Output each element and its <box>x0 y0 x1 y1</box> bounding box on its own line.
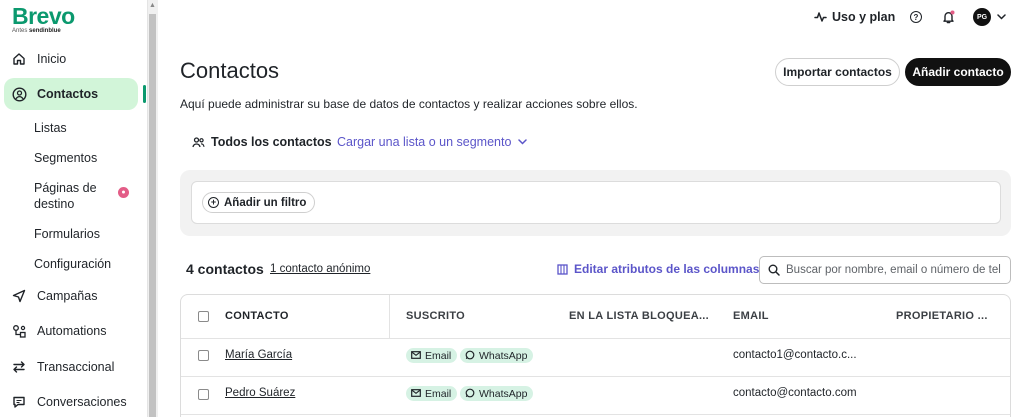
logo-formerly: Antes <box>12 28 28 34</box>
sidebar-subitem-listas[interactable]: Listas <box>34 121 67 135</box>
row-checkbox[interactable] <box>198 350 209 361</box>
tab-all-contacts[interactable]: Todos los contactos <box>192 135 332 149</box>
sidebar-item-campanas[interactable]: Campañas <box>4 285 138 307</box>
add-contact-button[interactable]: Añadir contacto <box>905 58 1011 86</box>
search-box[interactable] <box>759 256 1011 284</box>
tag-email: Email <box>406 386 458 401</box>
sidebar-item-label: Inicio <box>37 52 67 66</box>
activity-icon <box>814 11 827 23</box>
transfer-icon <box>11 359 27 375</box>
contact-name-link[interactable]: María García <box>225 349 292 361</box>
contact-email: contacto@contacto.com <box>733 387 857 399</box>
new-badge-icon: ● <box>118 187 129 198</box>
row-divider <box>181 376 1010 377</box>
row-divider <box>181 414 1010 415</box>
row-checkbox[interactable] <box>198 389 209 400</box>
load-list-label: Cargar una lista o un segmento <box>337 135 512 149</box>
select-all-checkbox[interactable] <box>198 311 209 322</box>
send-icon <box>11 288 27 304</box>
chevron-down-icon <box>518 139 528 145</box>
sidebar-item-label: Conversaciones <box>37 395 127 409</box>
tag-label: Email <box>425 387 452 400</box>
sidebar-subitem-configuracion[interactable]: Configuración <box>34 257 111 271</box>
search-input[interactable] <box>786 264 1001 276</box>
automation-icon <box>11 323 27 339</box>
whatsapp-icon <box>465 388 475 400</box>
page-title: Contactos <box>180 58 280 83</box>
usage-plan-button[interactable]: Uso y plan <box>814 10 895 24</box>
scroll-up-arrow-icon[interactable]: ▲ <box>149 1 156 11</box>
contacts-table: CONTACTO SUSCRITO EN LA LISTA BLOQUEA...… <box>180 294 1011 417</box>
sidebar-item-automations[interactable]: Automations <box>4 320 138 342</box>
tag-whatsapp: WhatsApp <box>460 386 534 401</box>
logo-text: Brevo <box>12 3 75 29</box>
tab-all-contacts-label: Todos los contactos <box>211 135 332 149</box>
usage-plan-label: Uso y plan <box>832 10 896 24</box>
plus-circle-icon: + <box>208 197 219 208</box>
avatar: PG <box>973 8 991 26</box>
column-divider <box>389 295 390 338</box>
column-header-email[interactable]: EMAIL <box>733 310 769 322</box>
whatsapp-icon <box>465 350 475 362</box>
add-filter-label: Añadir un filtro <box>224 196 307 209</box>
mail-icon <box>411 350 421 361</box>
brevo-logo[interactable]: Brevo Antes sendinblue <box>12 4 75 35</box>
sidebar-item-label: Transaccional <box>37 360 115 374</box>
mail-icon <box>411 388 421 399</box>
sidebar-subitem-formularios[interactable]: Formularios <box>34 227 100 241</box>
column-header-propietario[interactable]: PROPIETARIO ... <box>896 310 988 322</box>
contact-name-link[interactable]: Pedro Suárez <box>225 387 295 399</box>
help-button[interactable]: ? <box>910 11 922 23</box>
sidebar-subitem-paginas-de[interactable]: Páginas de <box>34 181 97 195</box>
columns-icon <box>557 263 568 275</box>
contacts-count: 4 contactos <box>186 261 264 277</box>
sidebar-item-label: Automations <box>37 324 107 338</box>
home-icon <box>11 51 27 67</box>
add-filter-button[interactable]: + Añadir un filtro <box>202 192 316 213</box>
notifications-button[interactable] <box>942 10 955 24</box>
edit-columns-button[interactable]: Editar atributos de las columnas <box>557 262 759 276</box>
logo-subtitle: Antes sendinblue <box>12 28 75 35</box>
import-contacts-button[interactable]: Importar contactos <box>775 58 900 86</box>
bell-icon <box>942 10 955 24</box>
tag-email: Email <box>406 348 458 363</box>
column-header-blocklist[interactable]: EN LA LISTA BLOQUEA... <box>569 310 709 322</box>
tag-whatsapp: WhatsApp <box>460 348 534 363</box>
contacts-icon <box>11 86 27 102</box>
edit-columns-label: Editar atributos de las columnas <box>574 262 760 276</box>
sidebar-item-contactos[interactable]: Contactos <box>4 78 138 110</box>
sidebar-scroll-thumb[interactable] <box>149 14 156 417</box>
sidebar-item-transaccional[interactable]: Transaccional <box>4 356 138 378</box>
active-indicator <box>143 85 146 103</box>
users-icon <box>192 136 205 148</box>
anonymous-contacts-link[interactable]: 1 contacto anónimo <box>270 263 370 275</box>
logo-formerly-brand: sendinblue <box>29 28 61 34</box>
sidebar-item-label: Campañas <box>37 289 98 303</box>
sidebar-subitem-segmentos[interactable]: Segmentos <box>34 151 97 165</box>
chevron-down-icon <box>997 14 1006 20</box>
search-icon <box>768 264 780 276</box>
chat-icon <box>11 394 27 410</box>
load-list-dropdown[interactable]: Cargar una lista o un segmento <box>337 135 528 149</box>
sidebar: Brevo Antes sendinblue Inicio Contactos … <box>0 0 147 417</box>
column-header-suscrito[interactable]: SUSCRITO <box>406 310 465 322</box>
account-menu[interactable]: PG <box>973 8 1006 26</box>
sidebar-subitem-destino[interactable]: destino <box>34 197 74 211</box>
row-divider <box>181 338 1010 339</box>
help-icon: ? <box>910 11 922 23</box>
page-subtitle: Aquí puede administrar su base de datos … <box>180 97 638 111</box>
tag-label: Email <box>425 349 452 362</box>
tag-label: WhatsApp <box>479 387 528 400</box>
sidebar-item-inicio[interactable]: Inicio <box>4 48 138 70</box>
tag-label: WhatsApp <box>479 349 528 362</box>
contact-email: contacto1@contacto.c... <box>733 349 857 361</box>
column-header-contacto[interactable]: CONTACTO <box>225 310 289 322</box>
sidebar-item-conversaciones[interactable]: Conversaciones <box>4 391 138 413</box>
sidebar-item-label: Contactos <box>37 87 99 101</box>
